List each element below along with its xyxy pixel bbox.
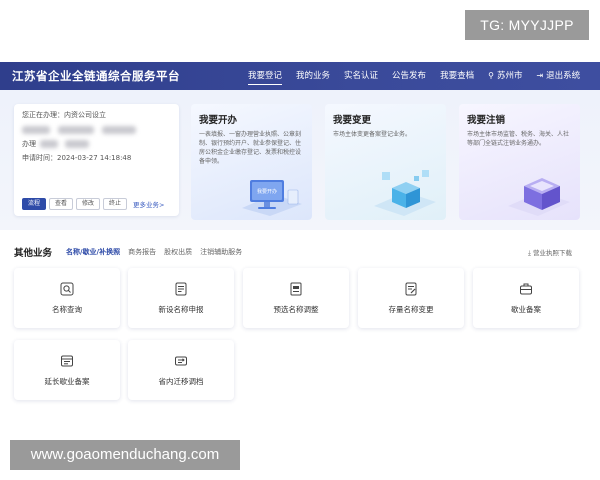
biz-label: 名称查询 xyxy=(52,305,82,314)
biz-label: 新设名称申报 xyxy=(158,305,204,314)
biz-label: 省内迁移调档 xyxy=(158,377,204,386)
city-label: 苏州市 xyxy=(496,71,523,81)
biz-preselect-name-adjust[interactable]: 预选名称调整 xyxy=(243,268,349,328)
other-business-tabs: 名称/歇业/补换照 商务报告 股权出质 注销辅助服务 xyxy=(66,247,250,257)
watermark-top: TG: MYYJJPP xyxy=(465,10,589,40)
modify-button[interactable]: 修改 xyxy=(76,198,100,210)
watermark-bottom: www.goaomenduchang.com xyxy=(10,440,240,470)
logout-button[interactable]: ⇥ 退出系统 xyxy=(536,62,580,90)
tab-cancellation-assist[interactable]: 注销辅助服务 xyxy=(200,247,242,257)
biz-provincial-migration[interactable]: 省内迁移调档 xyxy=(128,340,234,400)
logout-icon: ⇥ xyxy=(536,71,544,80)
pending-actions: 流程 查看 修改 终止 更多业务> xyxy=(22,198,164,210)
company-name-redacted xyxy=(22,125,171,136)
biz-label: 预选名称调整 xyxy=(273,305,319,314)
other-business-title: 其他业务 xyxy=(14,248,53,259)
tab-equity-pledge[interactable]: 股权出质 xyxy=(164,247,192,257)
card-cancel-business[interactable]: 我要注销 市场主体市场监管、税务、海关、人社等部门全链式注销业务通办。 xyxy=(459,104,580,220)
card-desc: 一表填报、一窗办理营业执照、公章刻制、银行预约开户、就业参保登记、住房公积金企业… xyxy=(199,131,302,165)
form-icon xyxy=(175,282,187,296)
top-header: 江苏省企业全链通综合服务平台 我要登记 我的业务 实名认证 公告发布 我要查档 … xyxy=(0,62,600,90)
nav-archive-query[interactable]: 我要查档 xyxy=(440,62,474,90)
biz-existing-name-change[interactable]: 存量名称变更 xyxy=(358,268,464,328)
apply-time: 申请时间：2024-03-27 14:18:48 xyxy=(22,154,132,162)
card-start-business[interactable]: 我要开办 一表填报、一窗办理营业执照、公章刻制、银行预约开户、就业参保登记、住房… xyxy=(191,104,312,220)
biz-extend-closure-filing[interactable]: 延长歇业备案 xyxy=(14,340,120,400)
card-desc: 市场主体市场监管、税务、海关、人社等部门全链式注销业务通办。 xyxy=(467,131,570,147)
document-icon xyxy=(290,282,302,296)
location-pin-icon: ⚲ xyxy=(488,71,494,80)
terminate-button[interactable]: 终止 xyxy=(103,198,127,210)
biz-closure-filing[interactable]: 歇业备案 xyxy=(473,268,579,328)
city-selector[interactable]: ⚲ 苏州市 xyxy=(488,62,522,90)
more-business-link[interactable]: 更多业务> xyxy=(133,199,164,209)
card-title: 我要注销 xyxy=(467,115,506,126)
briefcase-icon xyxy=(520,283,532,295)
license-download-link[interactable]: ⤓ 营业执照下载 xyxy=(528,247,572,258)
main-nav: 我要登记 我的业务 实名认证 公告发布 我要查档 ⚲ 苏州市 ⇥ 退出系统 xyxy=(248,62,594,90)
card-title: 我要变更 xyxy=(333,115,372,126)
nav-realname-auth[interactable]: 实名认证 xyxy=(344,62,378,90)
calendar-doc-icon xyxy=(61,355,73,367)
card-desc: 市场主体变更备案登记业务。 xyxy=(333,131,412,138)
view-button[interactable]: 查看 xyxy=(49,198,73,210)
monitor-label: 我要开办 xyxy=(257,188,277,195)
logout-label: 退出系统 xyxy=(546,71,581,81)
card-change-business[interactable]: 我要变更 市场主体变更备案登记业务。 xyxy=(325,104,446,220)
box-illustration-icon xyxy=(508,178,570,216)
flow-button[interactable]: 流程 xyxy=(22,198,46,210)
nav-register[interactable]: 我要登记 xyxy=(248,62,283,90)
edit-document-icon xyxy=(405,282,417,296)
platform-title: 江苏省企业全链通综合服务平台 xyxy=(12,69,180,83)
biz-new-name-declare[interactable]: 新设名称申报 xyxy=(128,268,234,328)
pending-business-panel: 您正在办理：内资公司设立 办理 申请时间：2024-03-27 14:18:48… xyxy=(14,104,179,216)
pending-status: 您正在办理：内资公司设立 xyxy=(22,111,106,119)
biz-label: 存量名称变更 xyxy=(388,305,434,314)
download-label: 营业执照下载 xyxy=(532,249,572,257)
biz-label: 歇业备案 xyxy=(511,305,541,314)
cube-illustration-icon xyxy=(374,170,436,216)
handler-row: 办理 xyxy=(22,139,171,150)
tab-name-closure-replace[interactable]: 名称/歇业/补换照 xyxy=(66,247,120,257)
tab-commerce-report[interactable]: 商务报告 xyxy=(128,247,156,257)
nav-announcement[interactable]: 公告发布 xyxy=(392,62,426,90)
biz-label: 延长歇业备案 xyxy=(44,377,90,386)
card-title: 我要开办 xyxy=(199,115,238,126)
nav-my-business[interactable]: 我的业务 xyxy=(296,62,330,90)
biz-name-query[interactable]: 名称查询 xyxy=(14,268,120,328)
search-icon xyxy=(60,282,74,296)
handler-label: 办理 xyxy=(22,140,36,148)
transfer-icon xyxy=(175,356,187,366)
monitor-illustration-icon: 我要开办 xyxy=(242,180,302,216)
